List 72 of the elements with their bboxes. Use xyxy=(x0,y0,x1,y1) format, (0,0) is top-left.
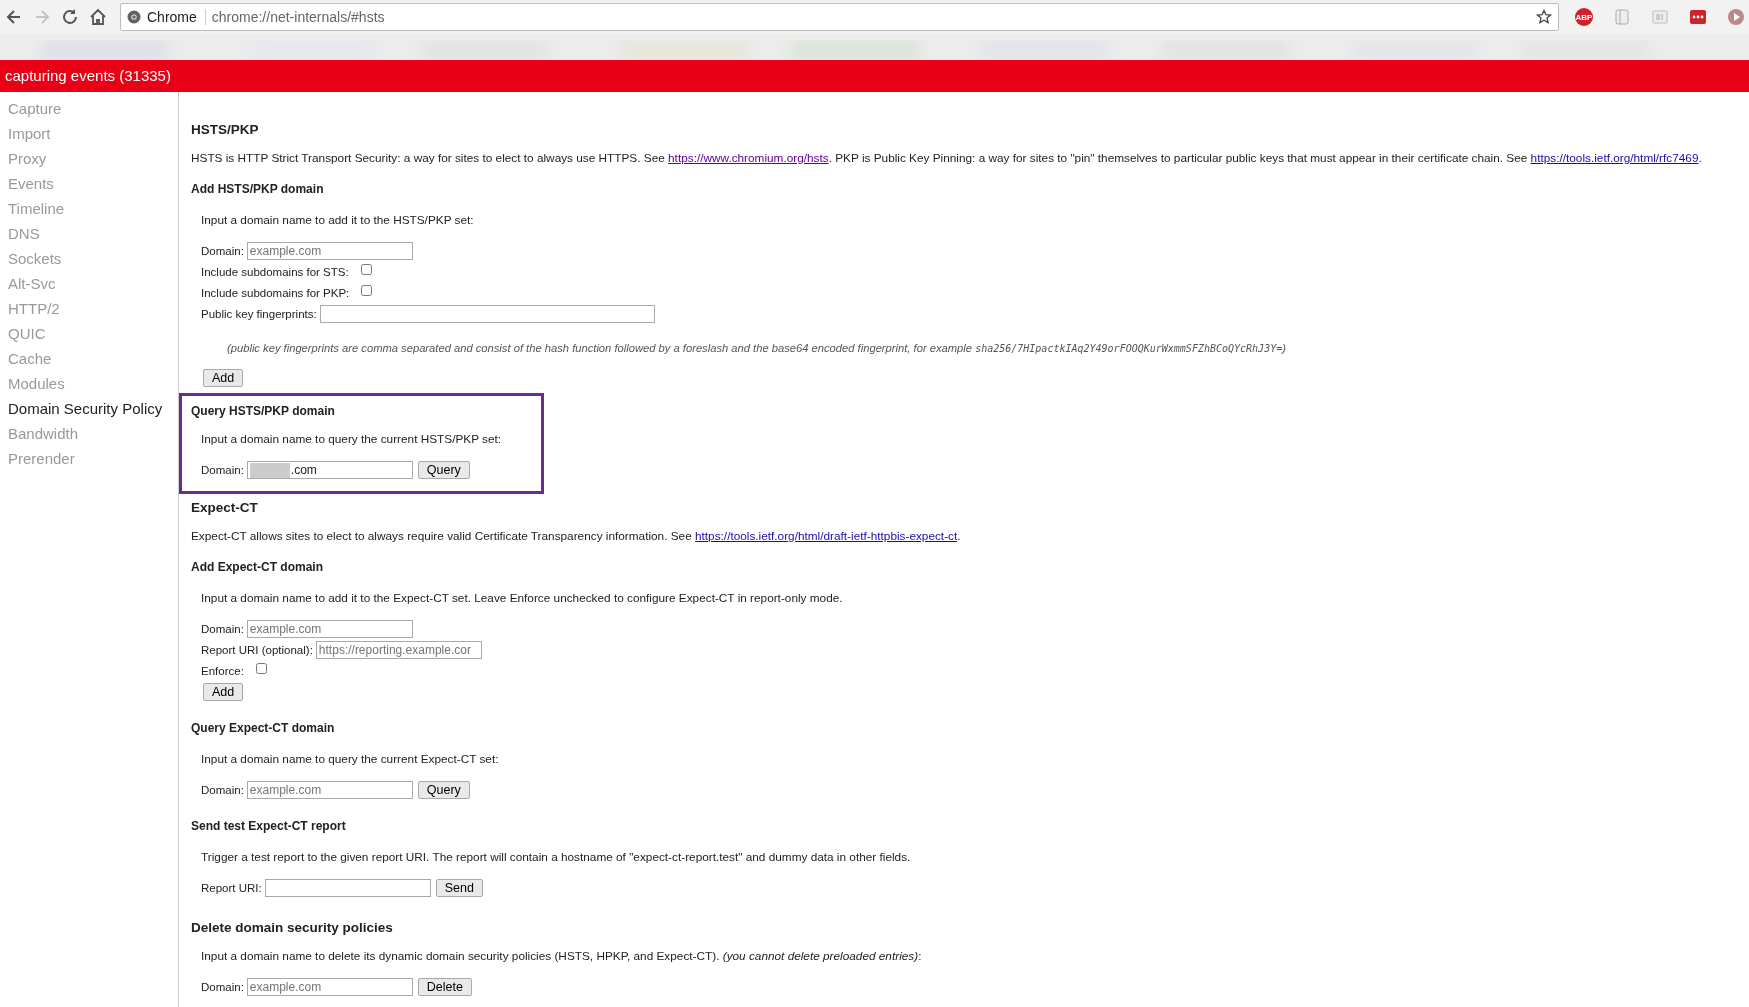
field-label: Domain: xyxy=(201,464,244,476)
button[interactable]: Query xyxy=(417,781,470,799)
sidebar-item[interactable]: Events xyxy=(0,171,178,196)
instruction-text: Input a domain name to query the current Expect-CT set: xyxy=(200,752,500,766)
section-title: HSTS/PKP xyxy=(191,122,260,137)
sidebar-item[interactable]: Sockets xyxy=(0,246,178,271)
section-title: Delete domain security policies xyxy=(191,920,394,935)
status-bar: capturing events (31335) xyxy=(0,60,1749,92)
sidebar-item[interactable]: Capture xyxy=(0,96,178,121)
home-button[interactable] xyxy=(88,7,108,27)
sidebar-item[interactable]: Prerender xyxy=(0,446,178,471)
field-label: Domain: xyxy=(201,981,244,993)
field-label: Include subdomains for PKP: xyxy=(201,287,350,299)
text-field[interactable]: https://reporting.example.cor xyxy=(315,641,482,659)
sidebar-item[interactable]: Bandwidth xyxy=(0,421,178,446)
checkbox[interactable] xyxy=(361,284,373,296)
instruction-text: Input a domain name to add it to the HSTS/PKP set: xyxy=(200,213,475,227)
instruction-text: Trigger a test report to the given report URI. The report will contain a hostname of "expect-ct-report.test" and dummy data in other fields. xyxy=(200,850,912,864)
checkbox[interactable] xyxy=(360,263,372,275)
button[interactable]: Query xyxy=(417,461,470,479)
field-label: Enforce: xyxy=(201,665,244,677)
domain-field[interactable]: .com xyxy=(246,461,413,479)
field-label: Include subdomains for STS: xyxy=(201,266,349,278)
field-label: Report URI (optional): xyxy=(201,644,313,656)
text-field[interactable]: example.com xyxy=(246,620,413,638)
field-label: Domain: xyxy=(201,623,244,635)
text-field[interactable]: example.com xyxy=(246,978,413,996)
sidebar-item[interactable]: QUIC xyxy=(0,321,178,346)
site-label: Chrome xyxy=(147,9,206,25)
section-heading: Add HSTS/PKP domain xyxy=(191,182,325,196)
star-icon[interactable] xyxy=(1536,9,1552,25)
sidebar-item[interactable]: HTTP/2 xyxy=(0,296,178,321)
instruction-text: Input a domain name to query the current HSTS/PKP set: xyxy=(200,432,503,446)
button[interactable]: Add xyxy=(203,369,244,387)
address-bar[interactable]: Chrome chrome://net-internals/#hsts xyxy=(120,3,1559,31)
sidebar-item[interactable]: Modules xyxy=(0,371,178,396)
play-icon[interactable] xyxy=(1727,8,1745,26)
adblock-extension-button[interactable]: ABP xyxy=(1575,8,1593,26)
field-label: Public key fingerprints: xyxy=(201,308,317,320)
section-title: Expect-CT xyxy=(191,500,259,515)
sidebar-item[interactable]: Proxy xyxy=(0,146,178,171)
text-field[interactable]: example.com xyxy=(246,781,413,799)
field-label: Report URI: xyxy=(201,882,262,894)
section-heading: Add Expect-CT domain xyxy=(191,560,324,574)
dots-icon[interactable] xyxy=(1689,8,1707,26)
sidebar-item[interactable]: Import xyxy=(0,121,178,146)
section-heading: Send test Expect-CT report xyxy=(191,819,347,833)
sidebar-item[interactable]: DNS xyxy=(0,221,178,246)
text-field[interactable] xyxy=(264,879,431,897)
field-label: Domain: xyxy=(201,784,244,796)
link[interactable]: https://www.chromium.org/hsts xyxy=(668,151,829,165)
hint-text: (public key fingerprints are comma separated and consist of the hash function followed by a foreslash and the base64 encoded fingerprint, for example sha256/7HIpactkIAq2Y49orFOOQKurWxmmSFZhBCoQYcRhJ3Y=) xyxy=(226,342,1287,354)
sidebar-item[interactable]: Cache xyxy=(0,346,178,371)
url-text: chrome://net-internals/#hsts xyxy=(211,9,385,25)
button[interactable]: Add xyxy=(203,683,244,701)
sidebar-item[interactable]: Alt-Svc xyxy=(0,271,178,296)
text-field[interactable] xyxy=(319,305,655,323)
checkbox[interactable] xyxy=(255,662,267,674)
button[interactable]: Delete xyxy=(417,978,472,996)
instruction-text: Input a domain name to add it to the Expect-CT set. Leave Enforce unchecked to configure Expect-CT in report-only mode. xyxy=(200,591,844,605)
instruction-text: Input a domain name to delete its dynamic domain security policies (HSTS, HPKP, and Expect-CT). (you cannot delete preloaded entries): xyxy=(200,949,923,963)
field-label: Domain: xyxy=(201,245,244,257)
description-text: HSTS is HTTP Strict Transport Security: a way for sites to elect to always use HTTPS. See https://www.chromium.org/hsts. PKP is Public Key Pinning: a way for sites to "pin" themselves to particular public keys that must appear in their certificate chain. See https://tools.ietf.org/html/rfc7469. xyxy=(191,151,1703,165)
description-text: Expect-CT allows sites to elect to always require valid Certificate Transparency information. See https://tools.ietf.org/html/draft-ietf-httpbis-expect-ct. xyxy=(191,529,962,543)
text-field[interactable]: example.com xyxy=(246,242,413,260)
section-heading: Query HSTS/PKP domain xyxy=(191,404,336,418)
button[interactable]: Send xyxy=(435,879,483,897)
section-heading: Query Expect-CT domain xyxy=(191,721,336,735)
sidebar-item[interactable]: Domain Security Policy xyxy=(0,396,178,421)
chrome-icon xyxy=(127,10,141,24)
reload-button[interactable] xyxy=(60,7,80,27)
sidebar-item[interactable]: Timeline xyxy=(0,196,178,221)
